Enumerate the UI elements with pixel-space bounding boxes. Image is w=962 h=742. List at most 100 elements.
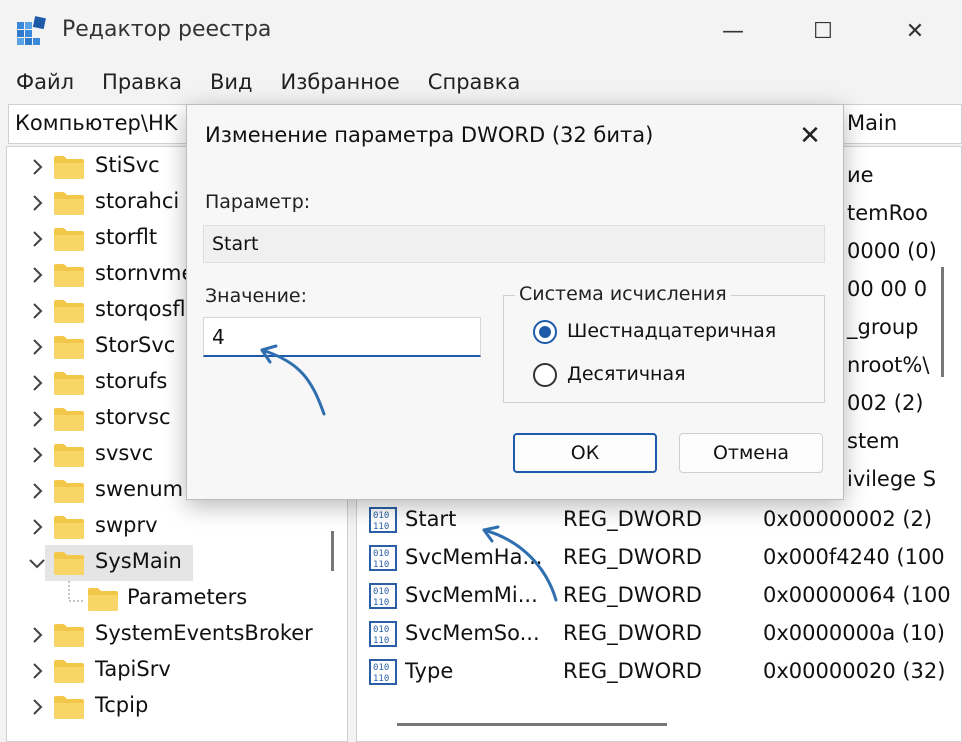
chevron-right-icon[interactable] xyxy=(27,625,47,645)
svg-text:010: 010 xyxy=(373,625,389,635)
menu-file[interactable]: Файл xyxy=(16,70,74,94)
svg-text:110: 110 xyxy=(373,674,389,684)
value-data: 0x00000064 (100 xyxy=(763,583,951,607)
chevron-right-icon[interactable] xyxy=(27,481,47,501)
value-name: SvcMemSo... xyxy=(405,621,540,645)
tree-item-label: storqosflt xyxy=(95,297,194,321)
list-value-fragment: ие xyxy=(847,163,874,187)
horizontal-scrollbar[interactable] xyxy=(397,723,667,726)
menu-view[interactable]: Вид xyxy=(210,70,253,94)
folder-icon xyxy=(54,372,84,395)
tree-scrollbar[interactable] xyxy=(331,531,334,571)
value-type: REG_DWORD xyxy=(563,545,702,569)
menu-edit[interactable]: Правка xyxy=(102,70,182,94)
radio-hex[interactable] xyxy=(533,320,557,344)
address-path-tail: Main xyxy=(847,111,898,135)
folder-icon xyxy=(54,552,84,575)
folder-icon xyxy=(54,480,84,503)
minimize-button[interactable]: — xyxy=(708,10,758,52)
chevron-right-icon[interactable] xyxy=(27,373,47,393)
tree-item-label: storufs xyxy=(95,369,168,393)
window-title: Редактор реестра xyxy=(62,17,272,42)
reg-dword-icon: 010 110 xyxy=(369,583,397,609)
chevron-right-icon[interactable] xyxy=(27,697,47,717)
cancel-button[interactable]: Отмена xyxy=(679,433,823,473)
chevron-right-icon[interactable] xyxy=(27,193,47,213)
tree-item-label: SystemEventsBroker xyxy=(95,621,313,645)
menu-help[interactable]: Справка xyxy=(428,70,521,94)
chevron-right-icon[interactable] xyxy=(27,517,47,537)
tree-item-label: stornvme xyxy=(95,261,195,285)
address-path: Компьютер\HK xyxy=(15,111,178,135)
tree-item-label: swprv xyxy=(95,513,158,537)
list-value-fragment: stem xyxy=(847,429,900,453)
tree-item-label: svsvc xyxy=(95,441,154,465)
title-bar: Редактор реестра — ☐ ✕ xyxy=(0,0,962,62)
chevron-right-icon[interactable] xyxy=(27,337,47,357)
folder-icon xyxy=(54,408,84,431)
list-item[interactable]: 010 110 SvcMemSo... REG_DWORD 0x0000000a… xyxy=(357,615,961,653)
ok-button[interactable]: ОК xyxy=(513,433,657,473)
close-window-button[interactable]: ✕ xyxy=(890,10,940,52)
reg-dword-icon: 010 110 xyxy=(369,659,397,685)
value-data: 0x00000002 (2) xyxy=(763,507,933,531)
value-data: 0x00000020 (32) xyxy=(763,659,946,683)
base-group-title: Система исчисления xyxy=(515,283,731,305)
tree-item-label: StorSvc xyxy=(95,333,176,357)
list-value-fragment: nroot%\ xyxy=(847,353,930,377)
reg-dword-icon: 010 110 xyxy=(369,621,397,647)
svg-text:110: 110 xyxy=(373,522,389,532)
chevron-right-icon[interactable] xyxy=(27,409,47,429)
chevron-right-icon[interactable] xyxy=(27,661,47,681)
value-data-input[interactable] xyxy=(203,317,481,357)
vertical-scrollbar[interactable] xyxy=(941,267,944,377)
reg-dword-icon: 010 110 xyxy=(369,545,397,571)
tree-item[interactable]: Parameters xyxy=(7,581,347,617)
dialog-title: Изменение параметра DWORD (32 бита) xyxy=(205,123,654,147)
tree-item[interactable]: SysMain xyxy=(7,545,347,581)
list-value-fragment: 002 (2) xyxy=(847,391,924,415)
dialog-close-button[interactable]: ✕ xyxy=(793,119,827,153)
folder-icon xyxy=(54,444,84,467)
svg-text:110: 110 xyxy=(373,560,389,570)
tree-item[interactable]: TapiSrv xyxy=(7,653,347,689)
value-type: REG_DWORD xyxy=(563,659,702,683)
svg-text:010: 010 xyxy=(373,587,389,597)
radio-hex-label[interactable]: Шестнадцатеричная xyxy=(567,320,776,342)
folder-icon xyxy=(54,156,84,179)
edit-dword-dialog: Изменение параметра DWORD (32 бита) ✕ Па… xyxy=(186,104,844,500)
list-item[interactable]: 010 110 SvcMemMi... REG_DWORD 0x00000064… xyxy=(357,577,961,615)
folder-icon xyxy=(54,624,84,647)
folder-icon xyxy=(54,696,84,719)
radio-decimal[interactable] xyxy=(533,363,557,387)
chevron-right-icon[interactable] xyxy=(27,265,47,285)
chevron-right-icon[interactable] xyxy=(27,301,47,321)
value-data: 0x000f4240 (100 xyxy=(763,545,945,569)
svg-text:010: 010 xyxy=(373,663,389,673)
base-groupbox xyxy=(503,295,825,403)
list-value-fragment: ivilege S xyxy=(847,467,937,491)
chevron-right-icon[interactable] xyxy=(27,445,47,465)
chevron-right-icon[interactable] xyxy=(27,229,47,249)
tree-item-label: Tcpip xyxy=(95,693,149,717)
chevron-right-icon[interactable] xyxy=(27,157,47,177)
chevron-down-icon[interactable] xyxy=(27,553,47,573)
menu-favorites[interactable]: Избранное xyxy=(281,70,400,94)
folder-icon xyxy=(54,300,84,323)
list-item[interactable]: 010 110 Type REG_DWORD 0x00000020 (32) xyxy=(357,653,961,691)
tree-item-label: TapiSrv xyxy=(95,657,171,681)
value-name: Type xyxy=(405,659,454,683)
tree-item[interactable]: SystemEventsBroker xyxy=(7,617,347,653)
list-item[interactable]: 010 110 SvcMemHa... REG_DWORD 0x000f4240… xyxy=(357,539,961,577)
maximize-button[interactable]: ☐ xyxy=(798,10,848,52)
tree-item[interactable]: Tcpip xyxy=(7,689,347,725)
folder-icon xyxy=(54,660,84,683)
folder-icon xyxy=(54,264,84,287)
menu-bar: Файл Правка Вид Избранное Справка xyxy=(0,62,962,102)
tree-item-label: swenum xyxy=(95,477,184,501)
value-name: SvcMemHa... xyxy=(405,545,543,569)
list-value-fragment: temRoo xyxy=(847,201,928,225)
radio-decimal-label[interactable]: Десятичная xyxy=(567,363,686,385)
tree-item[interactable]: swprv xyxy=(7,509,347,545)
list-item[interactable]: 010 110 Start REG_DWORD 0x00000002 (2) xyxy=(357,501,961,539)
